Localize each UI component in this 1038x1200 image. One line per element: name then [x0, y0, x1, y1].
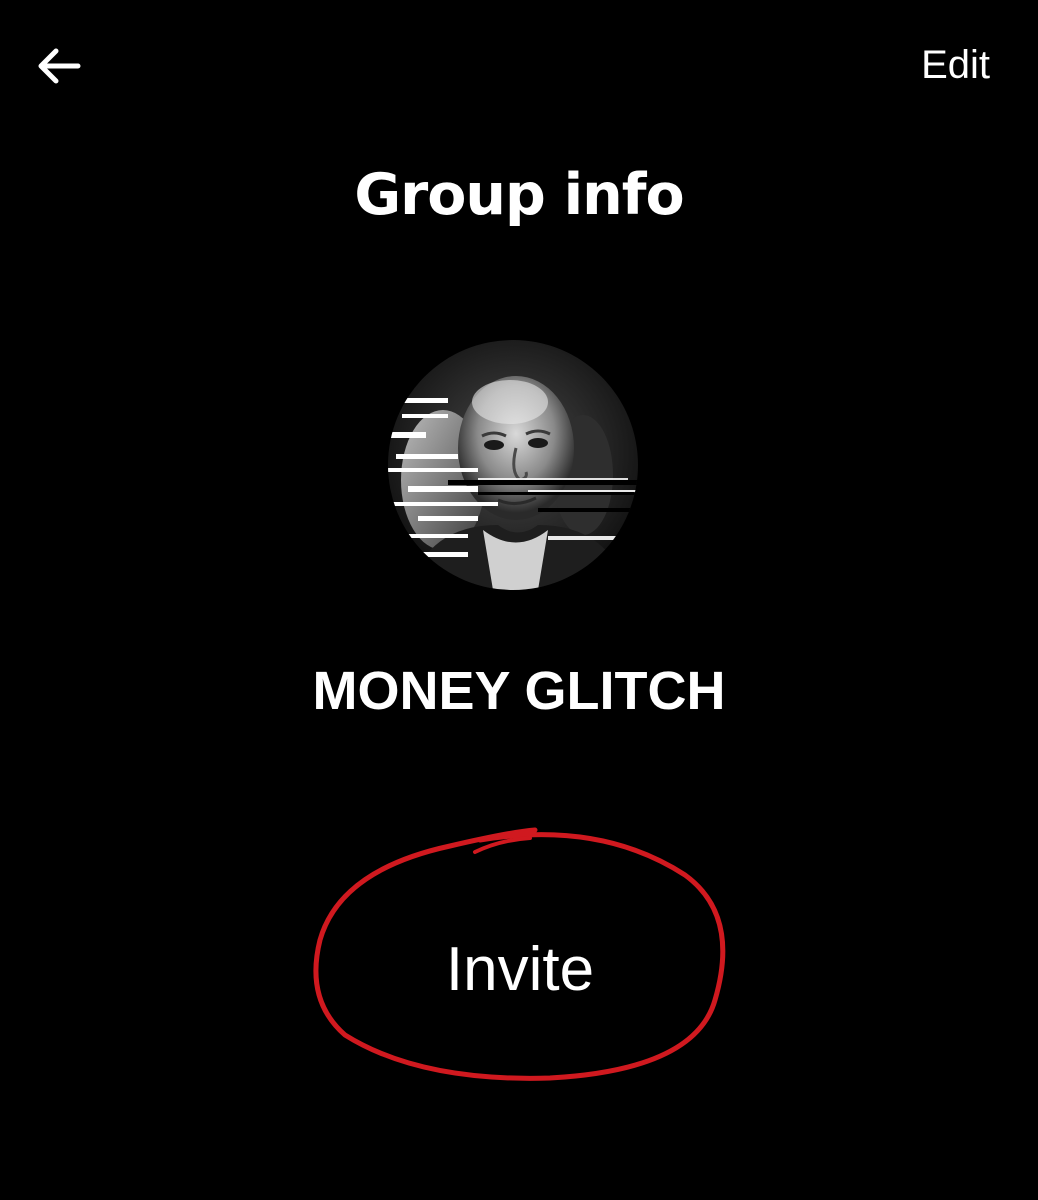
- group-avatar[interactable]: [388, 340, 638, 590]
- group-name: MONEY GLITCH: [312, 661, 726, 721]
- arrow-left-icon: [38, 48, 81, 84]
- invite-button[interactable]: Invite: [380, 920, 660, 1020]
- edit-button[interactable]: Edit: [921, 40, 990, 90]
- back-button[interactable]: [30, 38, 90, 94]
- page-title: Group info: [354, 162, 684, 228]
- portrait-image: [388, 340, 638, 590]
